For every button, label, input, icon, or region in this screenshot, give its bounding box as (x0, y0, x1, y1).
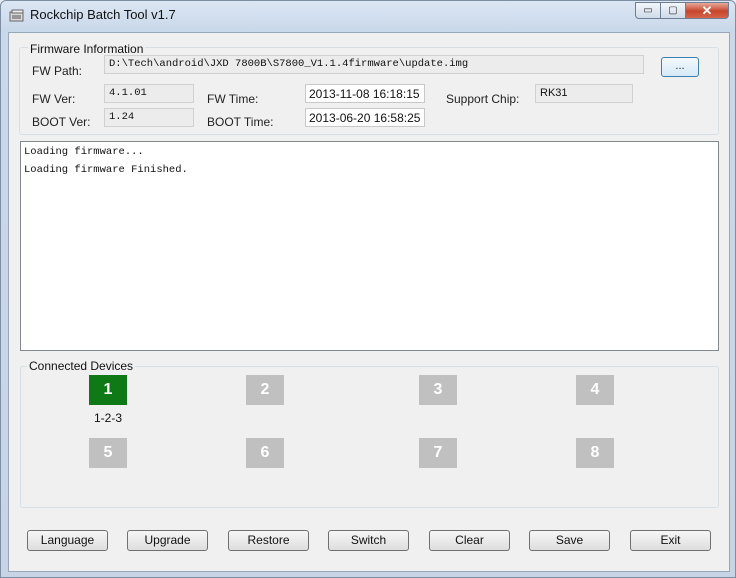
log-line: Loading firmware Finished. (24, 164, 188, 176)
device-slot-4[interactable]: 4 (576, 375, 614, 405)
connected-devices-title: Connected Devices (27, 359, 136, 373)
browse-button[interactable]: ... (661, 57, 699, 77)
window-title: Rockchip Batch Tool v1.7 (30, 7, 176, 22)
exit-button[interactable]: Exit (630, 530, 711, 551)
boot-time-label: BOOT Time: (207, 115, 274, 129)
fw-ver-field: 4.1.01 (104, 84, 194, 103)
title-bar[interactable]: Rockchip Batch Tool v1.7 ▭ ▢ ✕ (1, 1, 735, 31)
device-slot-5[interactable]: 5 (89, 438, 127, 468)
fw-path-field[interactable]: D:\Tech\android\JXD 7800B\S7800_V1.1.4fi… (104, 55, 644, 74)
device-slot-3[interactable]: 3 (419, 375, 457, 405)
device-slot-6[interactable]: 6 (246, 438, 284, 468)
close-icon: ✕ (701, 2, 713, 18)
fw-time-field: 2013-11-08 16:18:15 (305, 84, 425, 103)
upgrade-button[interactable]: Upgrade (127, 530, 208, 551)
fw-ver-label: FW Ver: (32, 92, 76, 106)
client-area: Firmware Information FW Path: D:\Tech\an… (8, 32, 730, 572)
language-button[interactable]: Language (27, 530, 108, 551)
switch-button[interactable]: Switch (328, 530, 409, 551)
maximize-icon: ▢ (668, 5, 678, 16)
log-line: Loading firmware... (24, 146, 144, 158)
close-button[interactable]: ✕ (685, 2, 729, 19)
fw-path-label: FW Path: (32, 64, 83, 78)
support-chip-field: RK31 (535, 84, 633, 103)
firmware-info-title: Firmware Information (28, 42, 146, 56)
save-button[interactable]: Save (529, 530, 610, 551)
device-slot-8[interactable]: 8 (576, 438, 614, 468)
boot-ver-label: BOOT Ver: (32, 115, 91, 129)
boot-time-field: 2013-06-20 16:58:25 (305, 108, 425, 127)
restore-button[interactable]: Restore (228, 530, 309, 551)
maximize-button[interactable]: ▢ (660, 2, 686, 19)
device-slot-2[interactable]: 2 (246, 375, 284, 405)
app-window: Rockchip Batch Tool v1.7 ▭ ▢ ✕ Firmware … (0, 0, 736, 578)
boot-ver-field: 1.24 (104, 108, 194, 127)
window-controls: ▭ ▢ ✕ (635, 2, 729, 19)
support-chip-label: Support Chip: (446, 92, 520, 106)
device-slot-1-caption: 1-2-3 (94, 411, 123, 425)
log-output[interactable]: Loading firmware... Loading firmware Fin… (20, 141, 719, 351)
fw-time-label: FW Time: (207, 92, 259, 106)
app-icon (9, 9, 24, 22)
device-slot-1[interactable]: 1 (89, 375, 127, 405)
device-slot-7[interactable]: 7 (419, 438, 457, 468)
minimize-button[interactable]: ▭ (635, 2, 661, 19)
minimize-icon: ▭ (643, 5, 653, 16)
clear-button[interactable]: Clear (429, 530, 510, 551)
